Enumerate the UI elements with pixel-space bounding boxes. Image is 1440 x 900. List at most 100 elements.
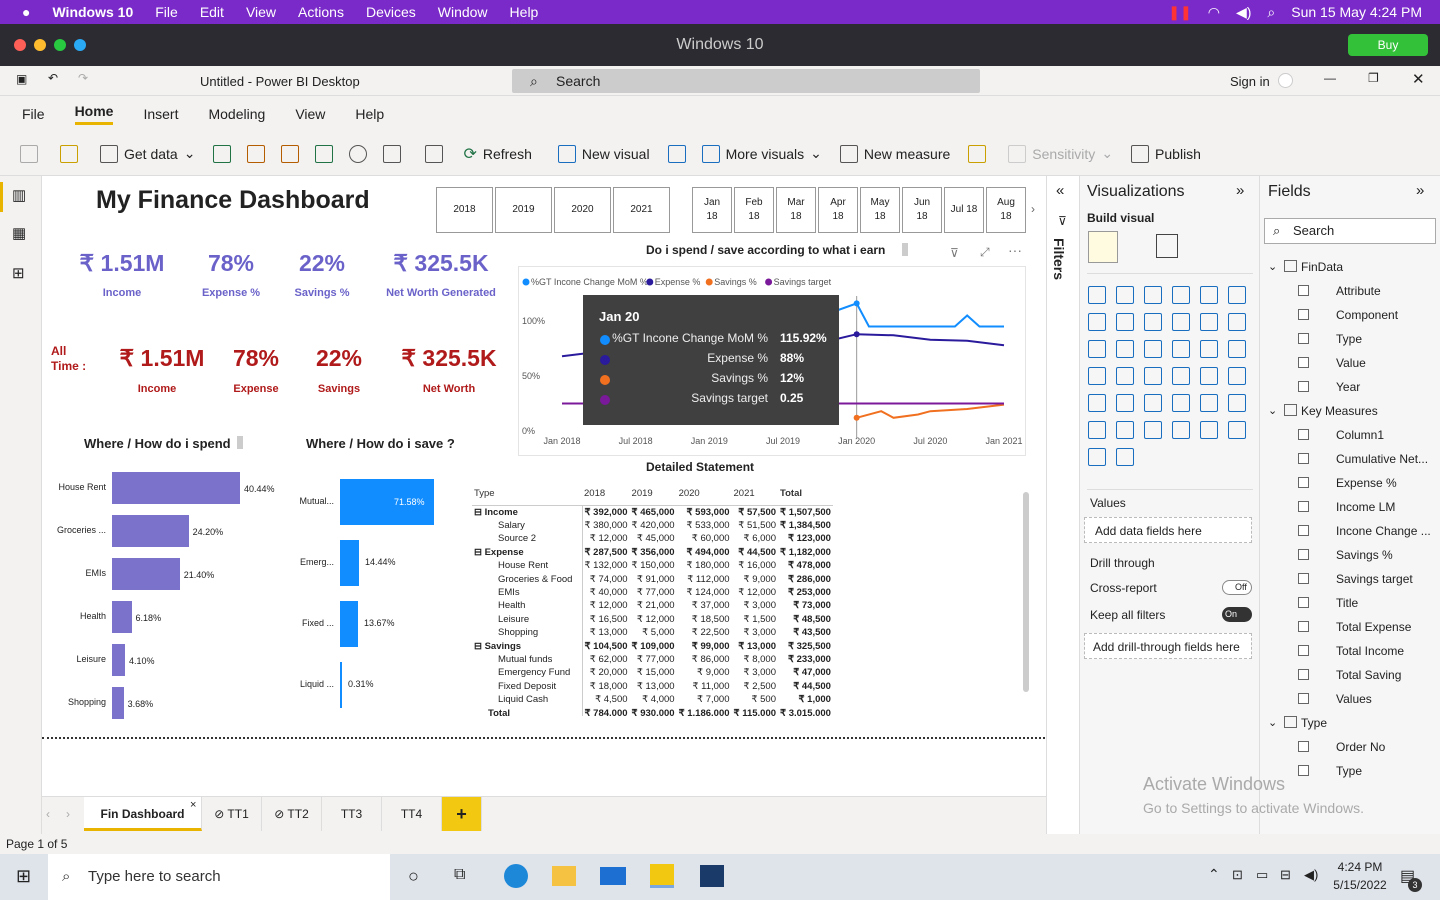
search-box[interactable]: ⌕ Search — [512, 69, 980, 93]
visual-type-icon[interactable] — [1200, 367, 1218, 385]
field-checkbox[interactable] — [1298, 453, 1309, 464]
visual-type-icon[interactable] — [1200, 313, 1218, 331]
field-name[interactable]: Expense % — [1336, 476, 1397, 490]
table-scrollbar[interactable] — [1022, 490, 1030, 708]
field-checkbox[interactable] — [1298, 573, 1309, 584]
field-table-name[interactable]: FinData — [1301, 260, 1343, 274]
build-visual-icon[interactable] — [1088, 231, 1118, 263]
visual-type-icon[interactable] — [1228, 394, 1246, 412]
field-checkbox[interactable] — [1298, 621, 1309, 632]
visual-type-icon[interactable] — [1116, 367, 1134, 385]
bar-mark[interactable] — [112, 472, 240, 504]
volume-icon[interactable]: ◀) — [1236, 4, 1251, 21]
slicer-scroll-right-icon[interactable]: › — [1031, 202, 1035, 216]
chevron-up-icon[interactable]: ⌃ — [1208, 866, 1220, 883]
file-explorer-icon[interactable] — [552, 866, 576, 886]
fields-search-input[interactable]: ⌕ Search — [1264, 218, 1436, 244]
battery-icon[interactable]: ▭ — [1256, 867, 1268, 883]
bar-mark[interactable] — [340, 540, 359, 586]
field-name[interactable]: Values — [1336, 692, 1372, 706]
field-name[interactable]: Component — [1336, 308, 1398, 322]
menu-actions[interactable]: Actions — [298, 4, 344, 20]
minimize-icon[interactable]: — — [1324, 71, 1336, 85]
field-checkbox[interactable] — [1298, 501, 1309, 512]
field-checkbox[interactable] — [1298, 549, 1309, 560]
network-icon[interactable]: ⊟ — [1280, 867, 1291, 883]
close-icon[interactable]: ✕ — [1412, 70, 1425, 88]
field-checkbox[interactable] — [1298, 381, 1309, 392]
prev-page-icon[interactable]: ‹ — [46, 807, 50, 821]
visual-type-icon[interactable] — [1116, 313, 1134, 331]
tab-home[interactable]: Home — [74, 103, 114, 125]
get-data-button[interactable]: Get data ⌄ — [100, 144, 195, 163]
visual-type-icon[interactable] — [1088, 421, 1106, 439]
menu-help[interactable]: Help — [510, 4, 539, 20]
vscode-taskbar-icon[interactable] — [700, 865, 724, 887]
spend-bar-chart[interactable]: House Rent 40.44% Groceries ... 24.20% EMIs 2… — [50, 465, 290, 725]
build-visual-tab[interactable]: Build visual — [1087, 211, 1154, 225]
field-name[interactable]: Savings target — [1336, 572, 1413, 586]
bar-mark[interactable] — [112, 601, 132, 633]
bar-mark[interactable] — [112, 558, 180, 590]
filter-icon[interactable]: ⊽ — [950, 246, 959, 260]
visual-type-icon[interactable] — [1200, 394, 1218, 412]
visual-type-icon[interactable] — [1172, 340, 1190, 358]
taskbar-search[interactable]: ⌕ Type here to search — [48, 854, 390, 900]
cross-report-toggle[interactable]: Off — [1222, 580, 1252, 595]
visual-type-icon[interactable] — [1088, 340, 1106, 358]
avatar-icon[interactable] — [1278, 73, 1293, 88]
bar-mark[interactable] — [112, 644, 125, 676]
more-options-icon[interactable]: ··· — [1008, 242, 1022, 258]
save-bar-chart[interactable]: Mutual... 71.58% Emerg... 14.44% Fixed ... 13… — [294, 470, 444, 720]
field-name[interactable]: Order No — [1336, 740, 1385, 754]
visual-type-icon[interactable] — [1088, 448, 1106, 466]
field-name[interactable]: Incone Change ... — [1336, 524, 1431, 538]
security-icon[interactable]: ⊡ — [1232, 867, 1243, 883]
field-checkbox[interactable] — [1298, 309, 1309, 320]
visual-type-icon[interactable] — [1144, 286, 1162, 304]
tab-help[interactable]: Help — [355, 106, 384, 122]
volume-icon[interactable]: ◀) — [1304, 867, 1318, 883]
text-box-icon[interactable] — [667, 144, 686, 163]
buy-button[interactable]: Buy — [1348, 34, 1428, 56]
slicer-year-2020[interactable]: 2020 — [554, 187, 611, 233]
visual-type-icon[interactable] — [1144, 367, 1162, 385]
menu-file[interactable]: File — [155, 4, 178, 20]
field-name[interactable]: Total Expense — [1336, 620, 1411, 634]
field-checkbox[interactable] — [1298, 693, 1309, 704]
taskbar-date[interactable]: 5/15/2022 — [1328, 878, 1392, 892]
next-page-icon[interactable]: › — [66, 807, 70, 821]
visual-type-icon[interactable] — [1088, 367, 1106, 385]
page-tab-tt1[interactable]: ⊘ TT1 — [202, 797, 262, 831]
visual-type-icon[interactable] — [1172, 313, 1190, 331]
field-name[interactable]: Year — [1336, 380, 1360, 394]
add-data-well[interactable]: Add data fields here — [1084, 517, 1252, 543]
menu-clock[interactable]: Sun 15 May 4:24 PM — [1291, 4, 1422, 20]
slicer-year-2021[interactable]: 2021 — [613, 187, 670, 233]
apple-icon[interactable]: ● — [22, 4, 30, 20]
filters-pane-collapsed[interactable]: « ⊽ Filters — [1046, 176, 1080, 836]
wifi-icon[interactable]: ◠ — [1208, 4, 1220, 21]
add-page-button[interactable]: + — [442, 797, 482, 831]
field-checkbox[interactable] — [1298, 669, 1309, 680]
field-name[interactable]: Cumulative Net... — [1336, 452, 1428, 466]
visual-type-icon[interactable] — [1116, 340, 1134, 358]
field-name[interactable]: Income LM — [1336, 500, 1395, 514]
visual-type-icon[interactable] — [1144, 340, 1162, 358]
menu-view[interactable]: View — [246, 4, 276, 20]
recent-sources-icon[interactable] — [383, 144, 402, 163]
paste-icon[interactable] — [20, 144, 38, 163]
field-name[interactable]: Title — [1336, 596, 1358, 610]
field-checkbox[interactable] — [1298, 333, 1309, 344]
visual-type-icon[interactable] — [1172, 367, 1190, 385]
visual-type-icon[interactable] — [1116, 394, 1134, 412]
visual-type-icon[interactable] — [1116, 286, 1134, 304]
visual-type-icon[interactable] — [1228, 367, 1246, 385]
slicer-year-2018[interactable]: 2018 — [436, 187, 493, 233]
visual-type-icon[interactable] — [1200, 340, 1218, 358]
sensitivity-button[interactable]: Sensitivity ⌄ — [1008, 144, 1113, 163]
collapse-pane-icon[interactable]: » — [1236, 182, 1244, 199]
tab-view[interactable]: View — [295, 106, 325, 122]
menu-edit[interactable]: Edit — [200, 4, 224, 20]
sign-in-link[interactable]: Sign in — [1230, 74, 1270, 89]
